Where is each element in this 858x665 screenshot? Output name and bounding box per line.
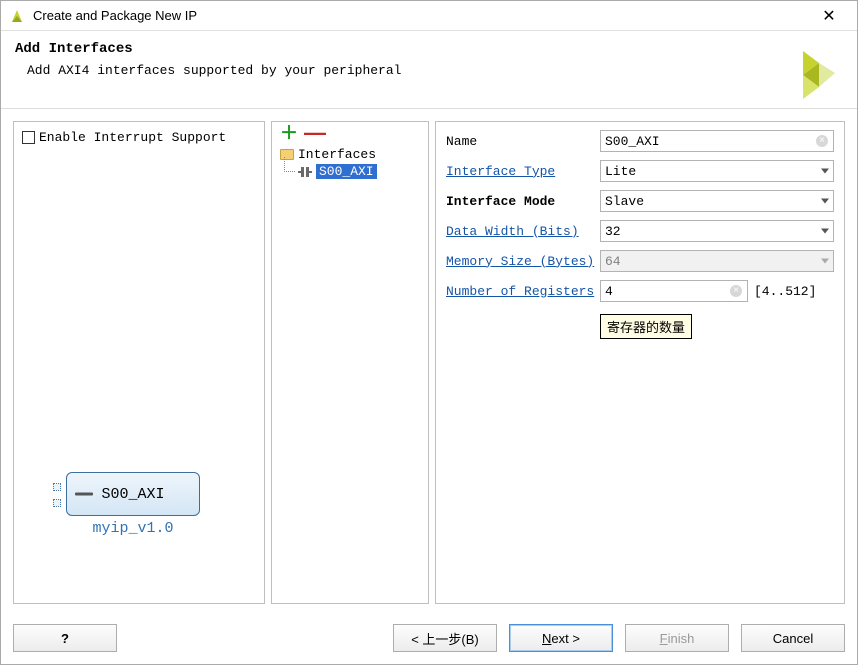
next-button[interactable]: Next > [509,624,613,652]
wizard-button-bar: ? < 上一步(B) Next > Finish Cancel [13,624,845,652]
row-num-registers: Number of Registers 4 × [4..512] [446,280,834,302]
next-mnemonic: N [542,631,551,646]
enable-interrupt-checkbox[interactable]: Enable Interrupt Support [22,130,258,145]
memory-size-label[interactable]: Memory Size (Bytes) [446,254,600,269]
finish-rest: inish [668,631,695,646]
annotation-callout: 寄存器的数量 [600,314,692,339]
ip-block[interactable]: S00_AXI [66,472,200,516]
memory-size-select: 64 [600,250,834,272]
ip-port-icon [53,483,61,491]
interface-type-label[interactable]: Interface Type [446,164,600,179]
tree-root[interactable]: Interfaces [278,146,422,163]
tree-toolbar: ＋ — [278,126,422,142]
tree-item-label: S00_AXI [316,164,377,179]
interface-mode-value: Slave [605,194,644,209]
interface-mode-label: Interface Mode [446,194,600,209]
page-description: Add AXI4 interfaces supported by your pe… [27,63,839,78]
ip-name-label: myip_v1.0 [66,520,200,537]
ip-port-icon [53,499,61,507]
enable-interrupt-label: Enable Interrupt Support [39,130,226,145]
ip-pin-icon [75,493,93,496]
window-title: Create and Package New IP [33,8,809,23]
chevron-down-icon [821,229,829,234]
chevron-down-icon [821,199,829,204]
tree-item[interactable]: S00_AXI [296,163,422,180]
data-width-select[interactable]: 32 [600,220,834,242]
memory-size-value: 64 [605,254,621,269]
remove-interface-button[interactable]: — [304,126,326,140]
titlebar: Create and Package New IP ✕ [1,1,857,31]
data-width-value: 32 [605,224,621,239]
ip-block-label: S00_AXI [101,486,164,503]
interface-icon [298,166,312,178]
main-content: Enable Interrupt Support S00_AXI myip_v1… [13,121,845,604]
interface-properties-panel: Name S00_AXI × Interface Type Lite Inter… [435,121,845,604]
page-title: Add Interfaces [15,41,839,57]
preview-panel: Enable Interrupt Support S00_AXI myip_v1… [13,121,265,604]
help-button[interactable]: ? [13,624,117,652]
next-rest: ext > [551,631,580,646]
finish-button: Finish [625,624,729,652]
num-registers-value: 4 [605,284,613,299]
row-interface-type: Interface Type Lite [446,160,834,182]
tree-root-label: Interfaces [298,147,376,162]
row-memory-size: Memory Size (Bytes) 64 [446,250,834,272]
chevron-down-icon [821,169,829,174]
num-registers-input[interactable]: 4 × [600,280,748,302]
app-icon [9,8,25,24]
wizard-header: Add Interfaces Add AXI4 interfaces suppo… [1,31,857,109]
close-button[interactable]: ✕ [809,2,849,30]
name-input[interactable]: S00_AXI × [600,130,834,152]
num-registers-label[interactable]: Number of Registers [446,284,600,299]
data-width-label[interactable]: Data Width (Bits) [446,224,600,239]
back-button[interactable]: < 上一步(B) [393,624,497,652]
name-label: Name [446,134,600,149]
add-interface-button[interactable]: ＋ [280,126,298,140]
finish-mnemonic: F [660,631,668,646]
clear-icon[interactable]: × [816,135,828,147]
row-interface-mode: Interface Mode Slave [446,190,834,212]
interface-tree: Interfaces S00_AXI [278,146,422,180]
row-data-width: Data Width (Bits) 32 [446,220,834,242]
interface-tree-panel: ＋ — Interfaces S00_AXI [271,121,429,604]
name-value: S00_AXI [605,134,660,149]
clear-icon[interactable]: × [730,285,742,297]
row-name: Name S00_AXI × [446,130,834,152]
interface-type-select[interactable]: Lite [600,160,834,182]
checkbox-icon [22,131,35,144]
ip-block-preview: S00_AXI myip_v1.0 [66,472,200,537]
chevron-down-icon [821,259,829,264]
interface-type-value: Lite [605,164,636,179]
interface-mode-select[interactable]: Slave [600,190,834,212]
num-registers-range: [4..512] [754,284,816,299]
vivado-logo-icon [783,45,839,101]
cancel-button[interactable]: Cancel [741,624,845,652]
